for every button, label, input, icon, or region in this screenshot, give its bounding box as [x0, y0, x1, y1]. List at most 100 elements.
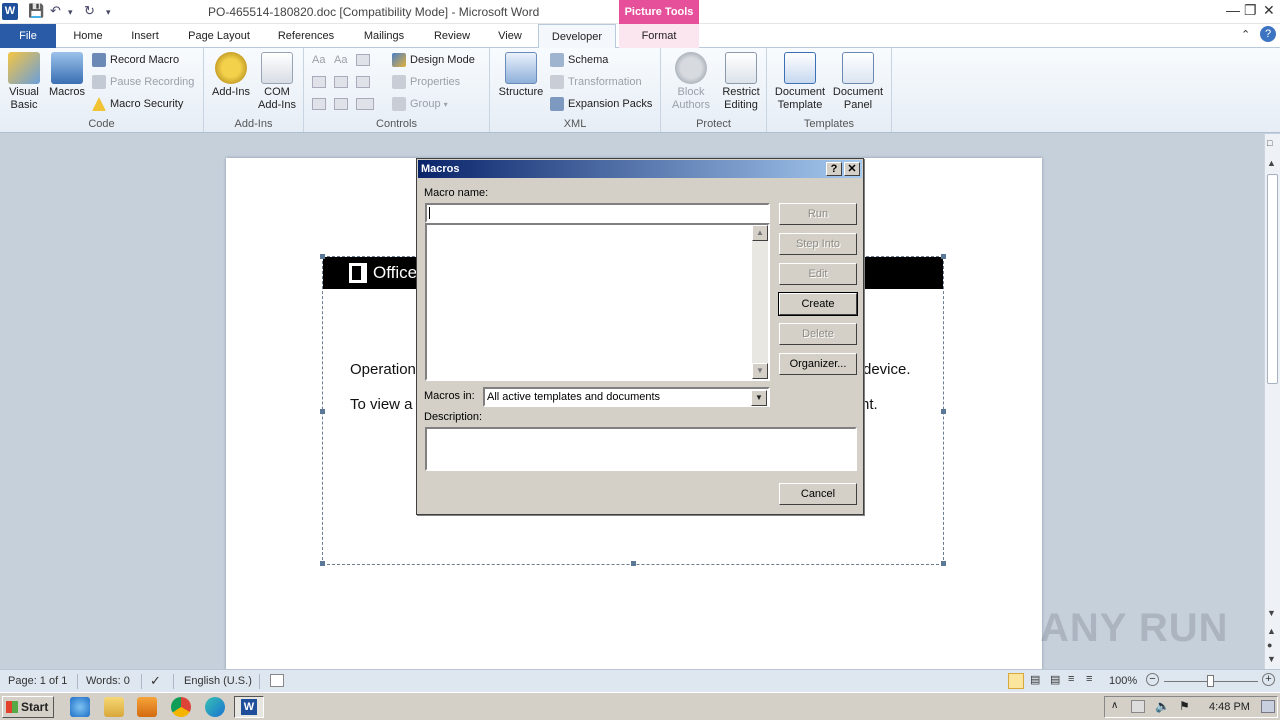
- checkbox-control-icon[interactable]: [334, 98, 348, 110]
- zoom-slider-thumb[interactable]: [1207, 675, 1214, 687]
- document-template-button[interactable]: Document Template: [771, 52, 829, 112]
- tab-developer[interactable]: Developer: [538, 24, 616, 49]
- select-browse-object-icon[interactable]: ●: [1267, 640, 1272, 650]
- clock[interactable]: 4:48 PM: [1209, 701, 1250, 713]
- tab-page-layout[interactable]: Page Layout: [180, 24, 258, 48]
- web-layout-icon[interactable]: ▤: [1050, 673, 1060, 686]
- pause-recording-button[interactable]: Pause Recording: [92, 72, 194, 92]
- redo-icon[interactable]: ↻: [84, 3, 95, 21]
- visual-basic-button[interactable]: Visual Basic: [4, 52, 44, 112]
- close-icon[interactable]: ✕: [1263, 2, 1275, 19]
- tab-home[interactable]: Home: [64, 24, 112, 48]
- addins-button[interactable]: Add-Ins: [208, 52, 254, 99]
- network-icon[interactable]: [1131, 700, 1145, 713]
- step-into-button[interactable]: Step Into: [779, 233, 857, 255]
- cancel-button[interactable]: Cancel: [779, 483, 857, 505]
- internet-explorer-icon[interactable]: [70, 697, 90, 717]
- resize-handle[interactable]: [941, 561, 946, 566]
- edit-button[interactable]: Edit: [779, 263, 857, 285]
- picture-control-icon[interactable]: [356, 54, 370, 66]
- com-addins-button[interactable]: COM Add-Ins: [254, 52, 300, 112]
- scroll-down-icon[interactable]: ▼: [1267, 608, 1276, 618]
- edge-icon[interactable]: [205, 697, 225, 717]
- tab-mailings[interactable]: Mailings: [354, 24, 414, 48]
- language[interactable]: English (U.S.): [184, 675, 252, 687]
- full-screen-reading-icon[interactable]: ▤: [1030, 673, 1040, 686]
- media-player-icon[interactable]: [137, 697, 157, 717]
- structure-button[interactable]: Structure: [496, 52, 546, 99]
- organizer-button[interactable]: Organizer...: [779, 353, 857, 375]
- tab-format[interactable]: Format: [619, 24, 699, 48]
- undo-dropdown-icon[interactable]: ▾: [68, 7, 73, 25]
- macro-list[interactable]: ▲ ▼: [425, 223, 770, 381]
- resize-handle[interactable]: [320, 409, 325, 414]
- scroll-up-icon[interactable]: ▲: [1267, 158, 1276, 168]
- macro-security-button[interactable]: Macro Security: [92, 94, 183, 114]
- resize-handle[interactable]: [320, 561, 325, 566]
- word-count[interactable]: Words: 0: [86, 675, 130, 687]
- macros-in-select[interactable]: All active templates and documents ▼: [483, 387, 770, 407]
- outline-icon[interactable]: ≡: [1068, 673, 1074, 685]
- macros-button[interactable]: Macros: [46, 52, 88, 99]
- resize-handle[interactable]: [320, 254, 325, 259]
- list-scroll-up-icon[interactable]: ▲: [752, 225, 768, 241]
- block-authors-button[interactable]: Block Authors: [665, 52, 717, 112]
- date-picker-control-icon[interactable]: [312, 98, 326, 110]
- resize-handle[interactable]: [941, 409, 946, 414]
- restrict-editing-button[interactable]: Restrict Editing: [715, 52, 767, 112]
- zoom-in-icon[interactable]: +: [1262, 673, 1275, 686]
- tray-expand-icon[interactable]: ∧: [1111, 700, 1118, 711]
- customize-qat-icon[interactable]: ▾: [106, 7, 111, 25]
- design-mode-button[interactable]: Design Mode: [392, 50, 475, 70]
- minimize-icon[interactable]: —: [1226, 2, 1240, 18]
- restore-icon[interactable]: ❐: [1244, 2, 1257, 19]
- resize-handle[interactable]: [941, 254, 946, 259]
- vertical-scrollbar[interactable]: □ ▲ ▼ ▲ ● ▼: [1264, 134, 1280, 669]
- volume-icon[interactable]: 🔈: [1155, 699, 1170, 713]
- macro-name-input[interactable]: [425, 203, 770, 223]
- proofing-icon[interactable]: ✓: [150, 673, 161, 689]
- combo-box-control-icon[interactable]: [334, 76, 348, 88]
- help-icon[interactable]: ?: [1260, 26, 1276, 42]
- word-app-icon[interactable]: W: [2, 3, 18, 20]
- record-macro-button[interactable]: Record Macro: [92, 50, 179, 70]
- save-icon[interactable]: 💾: [28, 3, 44, 21]
- taskbar-word-button[interactable]: W: [234, 696, 264, 718]
- resize-handle[interactable]: [631, 561, 636, 566]
- page-count[interactable]: Page: 1 of 1: [8, 675, 67, 687]
- minimize-ribbon-icon[interactable]: ⌃: [1241, 28, 1250, 41]
- create-button[interactable]: Create: [778, 292, 858, 316]
- building-block-control-icon[interactable]: [312, 76, 326, 88]
- previous-page-icon[interactable]: ▲: [1267, 626, 1276, 636]
- delete-button[interactable]: Delete: [779, 323, 857, 345]
- zoom-out-icon[interactable]: −: [1146, 673, 1159, 686]
- tab-references[interactable]: References: [270, 24, 342, 48]
- tab-view[interactable]: View: [488, 24, 532, 48]
- next-page-icon[interactable]: ▼: [1267, 654, 1276, 664]
- document-panel-button[interactable]: Document Panel: [829, 52, 887, 112]
- schema-button[interactable]: Schema: [550, 50, 608, 70]
- folder-icon[interactable]: [104, 697, 124, 717]
- draft-icon[interactable]: ≡: [1086, 673, 1092, 685]
- list-scroll-down-icon[interactable]: ▼: [752, 363, 768, 379]
- macro-list-scrollbar[interactable]: ▲ ▼: [752, 225, 768, 379]
- scroll-thumb[interactable]: [1267, 174, 1278, 384]
- undo-icon[interactable]: ↶: [50, 3, 61, 21]
- expansion-packs-button[interactable]: Expansion Packs: [550, 94, 652, 114]
- macro-record-icon[interactable]: [270, 674, 284, 687]
- show-desktop-icon[interactable]: [1261, 700, 1275, 713]
- group-button[interactable]: Group ▾: [392, 94, 448, 114]
- ruler-toggle-icon[interactable]: □: [1267, 138, 1272, 148]
- zoom-level[interactable]: 100%: [1109, 675, 1137, 687]
- legacy-tools-icon[interactable]: [356, 98, 374, 110]
- chevron-down-icon[interactable]: ▼: [751, 390, 767, 406]
- start-button[interactable]: Start: [2, 696, 54, 718]
- properties-button[interactable]: Properties: [392, 72, 460, 92]
- transformation-button[interactable]: Transformation: [550, 72, 642, 92]
- rich-text-control-icon[interactable]: Aa: [312, 50, 325, 70]
- action-center-flag-icon[interactable]: ⚑: [1179, 699, 1190, 713]
- dropdown-control-icon[interactable]: [356, 76, 370, 88]
- plain-text-control-icon[interactable]: Aa: [334, 50, 347, 70]
- dialog-help-button[interactable]: ?: [826, 162, 842, 176]
- tab-insert[interactable]: Insert: [122, 24, 168, 48]
